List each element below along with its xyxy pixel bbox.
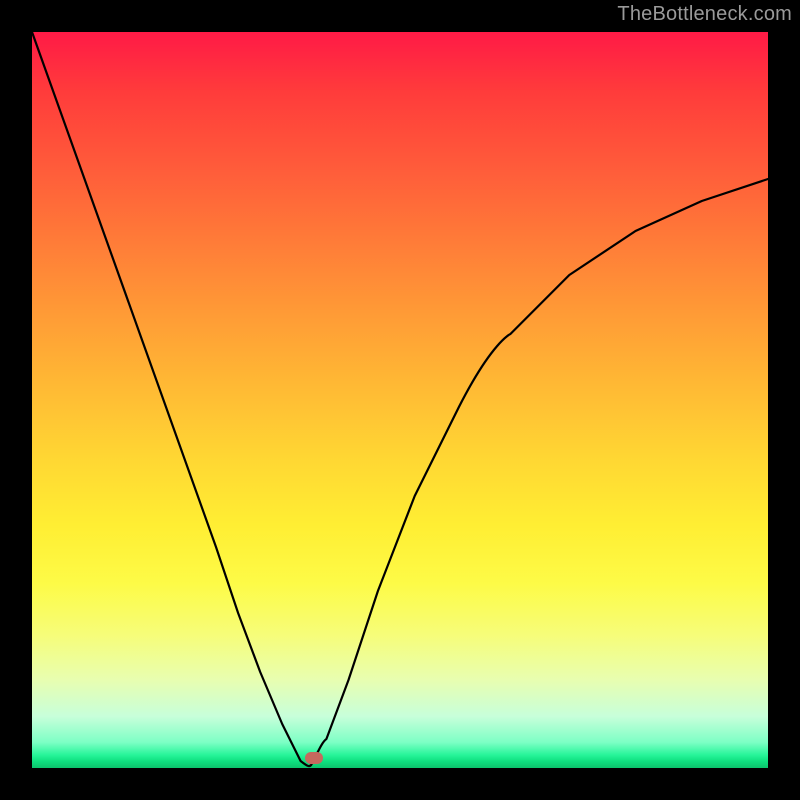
bottleneck-curve-path (32, 32, 768, 766)
minimum-marker (305, 752, 323, 764)
plot-area (32, 32, 768, 768)
chart-stage: TheBottleneck.com (0, 0, 800, 800)
watermark-label: TheBottleneck.com (617, 3, 792, 26)
curve-svg (32, 32, 768, 768)
